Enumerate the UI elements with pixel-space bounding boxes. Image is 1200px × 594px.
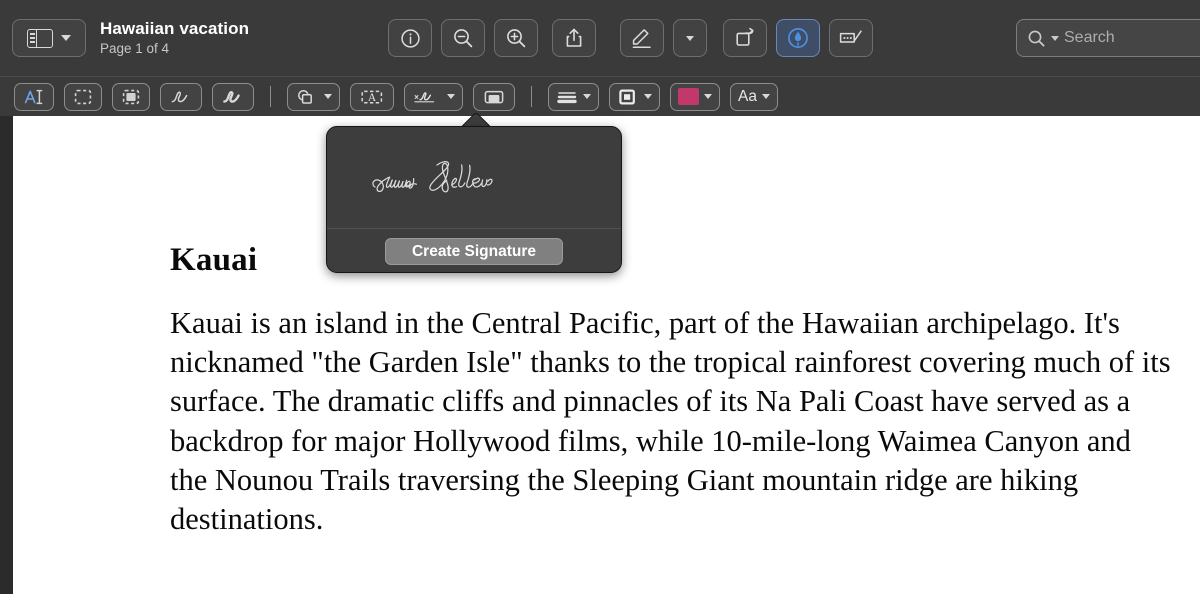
search-field[interactable]: Search [1016, 19, 1200, 57]
fill-color-tool-button[interactable] [670, 82, 720, 111]
font-tool-label: Aa [738, 87, 757, 105]
sidebar-strip [0, 116, 13, 594]
note-icon [484, 90, 504, 103]
shapes-tool-button[interactable] [287, 82, 340, 111]
draw-tool-button[interactable] [212, 82, 254, 111]
handwritten-signature-icon [372, 160, 493, 192]
popover-tail [458, 108, 492, 128]
line-style-tool-button[interactable] [548, 82, 599, 111]
info-button[interactable] [388, 19, 433, 57]
highlight-button[interactable] [776, 19, 821, 57]
draw-icon [223, 90, 240, 103]
markup-pen-button[interactable] [620, 19, 665, 57]
info-icon [400, 28, 420, 48]
text-box-icon: A [361, 90, 383, 104]
text-select-icon [24, 89, 43, 104]
text-select-tool-button[interactable] [14, 82, 54, 111]
chevron-down-icon [644, 94, 652, 99]
note-tool-button[interactable] [473, 82, 515, 111]
preview-window: Hawaiian vacation Page 1 of 4 Search A A… [0, 0, 1200, 594]
highlight-icon [788, 28, 809, 48]
chevron-down-icon [61, 35, 71, 41]
rotate-button[interactable] [723, 19, 768, 57]
document-title-block: Hawaiian vacation Page 1 of 4 [100, 19, 249, 58]
fill-color-swatch [678, 88, 699, 105]
chevron-down-icon [447, 94, 455, 99]
zoom-out-icon [454, 29, 473, 48]
shapes-icon [298, 89, 312, 104]
annotate-button[interactable] [829, 19, 874, 57]
toolbar-divider-2 [531, 86, 532, 107]
document-paragraph: Kauai is an island in the Central Pacifi… [170, 306, 1171, 537]
page-title: Hawaiian vacation [100, 18, 250, 38]
document-heading: Kauai [170, 242, 258, 278]
border-style-icon [619, 88, 635, 105]
markup-toolbar: A Aa [0, 76, 1200, 116]
zoom-in-icon [507, 29, 526, 48]
signature-preview[interactable] [327, 127, 621, 228]
share-icon [566, 28, 582, 47]
signature-tool-button[interactable] [404, 82, 463, 111]
font-tool-button[interactable]: Aa [730, 82, 778, 111]
text-box-tool-button[interactable]: A [350, 82, 394, 111]
markup-pen-icon [632, 29, 651, 48]
chevron-down-icon [686, 35, 695, 41]
rect-select-icon [74, 89, 92, 104]
border-style-tool-button[interactable] [609, 82, 660, 111]
zoom-in-button[interactable] [494, 19, 539, 57]
share-button[interactable] [552, 19, 597, 57]
main-toolbar: Hawaiian vacation Page 1 of 4 Search [0, 0, 1200, 76]
signature-popover: Create Signature [326, 126, 622, 273]
chevron-down-icon [704, 94, 712, 99]
create-signature-button[interactable]: Create Signature [385, 238, 563, 265]
search-placeholder: Search [1064, 29, 1115, 46]
instant-alpha-icon [122, 89, 140, 104]
sketch-tool-button[interactable] [160, 82, 202, 111]
search-chevron-down-icon [1051, 35, 1059, 41]
markup-options-button[interactable] [673, 19, 708, 57]
instant-alpha-tool-button[interactable] [112, 82, 150, 111]
zoom-out-button[interactable] [441, 19, 486, 57]
svg-text:A: A [368, 92, 377, 104]
toolbar-button-group [379, 19, 874, 57]
sidebar-toggle-button[interactable] [12, 19, 86, 57]
rotate-icon [736, 27, 754, 46]
annotate-icon [839, 30, 862, 43]
chevron-down-icon [583, 94, 591, 99]
popover-divider [327, 228, 621, 229]
sketch-icon [171, 91, 188, 102]
line-style-icon [557, 91, 577, 103]
chevron-down-icon [324, 94, 332, 99]
page-status: Page 1 of 4 [100, 40, 170, 56]
rect-select-tool-button[interactable] [64, 82, 102, 111]
toolbar-divider-1 [270, 86, 271, 107]
search-icon [1028, 30, 1045, 46]
sidebar-panel-icon [27, 28, 53, 48]
chevron-down-icon [761, 94, 770, 99]
signature-icon [414, 91, 435, 102]
